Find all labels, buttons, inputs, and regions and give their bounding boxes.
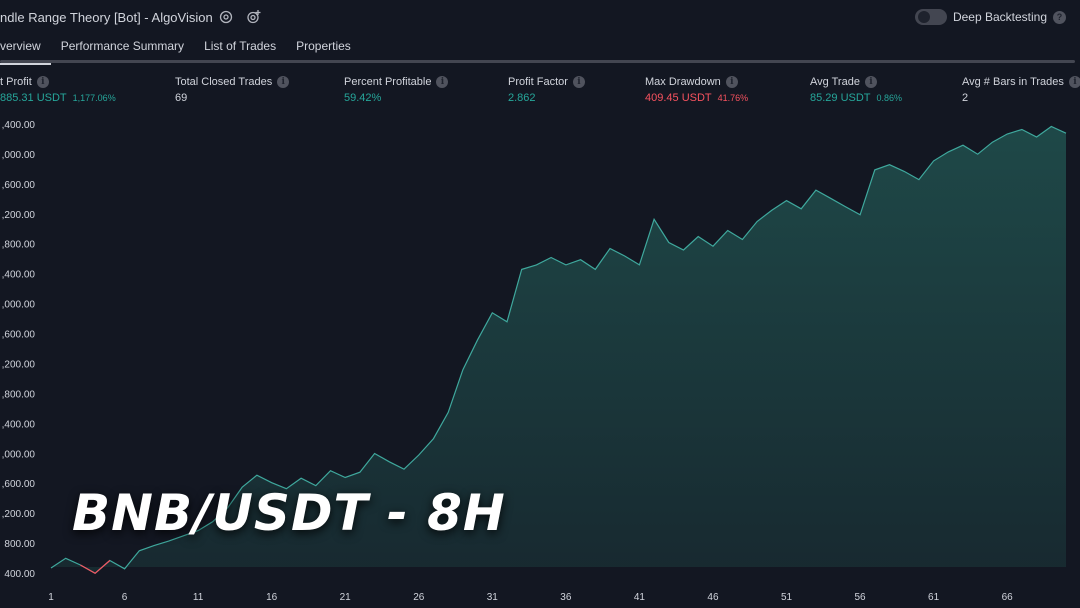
metric-label: Avg Trade [810, 76, 860, 88]
y-tick-label: ,800.00 [2, 389, 36, 400]
x-tick-label: 1 [48, 592, 54, 603]
tab-performance-summary[interactable]: Performance Summary [51, 36, 194, 62]
y-tick-label: ,600.00 [2, 479, 36, 490]
y-tick-label: ,600.00 [2, 180, 36, 191]
x-tick-label: 46 [707, 592, 719, 603]
metric-value: 69 [175, 92, 188, 104]
strategy-header: ndle Range Theory [Bot] - AlgoVision Dee… [0, 0, 1080, 34]
metric-sub: 1,177.06% [72, 93, 116, 103]
metric-total-closed-trades: Total Closed Trades i 69 [175, 76, 290, 104]
metric-avg-bars: Avg # Bars in Trades i 2 [962, 76, 1080, 104]
y-tick-label: 400.00 [4, 569, 35, 580]
metric-sub: 0.86% [876, 93, 903, 103]
y-tick-label: ,800.00 [2, 240, 36, 251]
y-tick-label: ,200.00 [2, 509, 36, 520]
metric-profit-factor: Profit Factor i 2.862 [508, 76, 585, 104]
metric-max-drawdown: Max Drawdown i 409.45 USDT 41.76% [645, 76, 748, 104]
tab-overview[interactable]: verview [0, 36, 51, 65]
x-tick-label: 56 [854, 592, 866, 603]
x-tick-label: 51 [781, 592, 793, 603]
deep-backtesting-label: Deep Backtesting [952, 10, 1047, 24]
metric-value: 59.42% [344, 92, 382, 104]
settings-icon[interactable] [218, 9, 234, 25]
metric-value: 2.862 [508, 92, 536, 104]
y-tick-label: 800.00 [4, 539, 35, 550]
info-icon[interactable]: i [572, 76, 585, 88]
metric-percent-profitable: Percent Profitable i 59.42% [344, 76, 449, 104]
x-tick-label: 36 [560, 592, 572, 603]
metric-value: 885.31 USDT [0, 92, 67, 104]
metric-value: 2 [962, 92, 969, 104]
x-tick-label: 11 [193, 592, 204, 603]
metric-value: 85.29 USDT [810, 92, 871, 104]
metric-sub: 41.76% [717, 93, 749, 103]
deep-backtesting-toggle[interactable] [914, 9, 947, 25]
metric-label: Avg # Bars in Trades [962, 76, 1064, 88]
y-tick-label: ,000.00 [2, 449, 36, 460]
snapshot-icon[interactable] [246, 9, 262, 25]
tab-properties[interactable]: Properties [286, 36, 361, 62]
x-tick-label: 41 [634, 592, 646, 603]
metric-label: Percent Profitable [344, 76, 432, 88]
x-tick-label: 26 [413, 592, 425, 603]
y-tick-label: ,400.00 [2, 419, 36, 430]
x-tick-label: 61 [928, 592, 940, 603]
y-tick-label: ,400.00 [2, 270, 36, 281]
tab-list-of-trades[interactable]: List of Trades [194, 36, 286, 62]
y-tick-label: ,600.00 [2, 330, 36, 341]
x-tick-label: 21 [340, 592, 352, 603]
y-tick-label: ,200.00 [2, 359, 36, 370]
deep-backtesting-control: Deep Backtesting ? [914, 9, 1066, 25]
y-axis: ,400.00 ,000.00 ,600.00 ,200.00 ,800.00 ,400.… [2, 120, 36, 580]
x-tick-label: 6 [122, 592, 128, 603]
info-icon[interactable]: i [725, 76, 738, 88]
metric-avg-trade: Avg Trade i 85.29 USDT 0.86% [810, 76, 902, 104]
y-tick-label: ,000.00 [2, 150, 36, 161]
info-icon[interactable]: i [436, 76, 449, 88]
tabs-scrollbar[interactable] [0, 60, 1075, 63]
y-tick-label: ,200.00 [2, 210, 36, 221]
metric-label: Total Closed Trades [175, 76, 273, 88]
help-icon[interactable]: ? [1053, 10, 1066, 24]
overlay-pair-title: BNB/USDT - 8H [72, 484, 506, 542]
x-tick-label: 16 [266, 592, 278, 603]
info-icon[interactable]: i [277, 76, 290, 88]
metric-value: 409.45 USDT [645, 92, 712, 104]
y-tick-label: ,400.00 [2, 120, 36, 131]
toggle-knob [917, 11, 930, 23]
x-tick-label: 31 [487, 592, 499, 603]
metric-label: Max Drawdown [645, 76, 721, 88]
info-icon[interactable]: i [864, 76, 877, 88]
info-icon[interactable]: i [36, 76, 49, 88]
metric-label: Profit Factor [508, 76, 568, 88]
x-axis: 1 6 11 16 21 26 31 36 41 46 51 56 61 66 [48, 592, 1013, 603]
strategy-tabs: verview Performance Summary List of Trad… [0, 36, 361, 65]
info-icon[interactable]: i [1068, 76, 1080, 88]
metric-label: t Profit [0, 76, 32, 88]
x-tick-label: 66 [1002, 592, 1014, 603]
strategy-title: ndle Range Theory [Bot] - AlgoVision [0, 10, 213, 25]
y-tick-label: ,000.00 [2, 300, 36, 311]
metric-net-profit: t Profit i 885.31 USDT 1,177.06% [0, 76, 116, 104]
